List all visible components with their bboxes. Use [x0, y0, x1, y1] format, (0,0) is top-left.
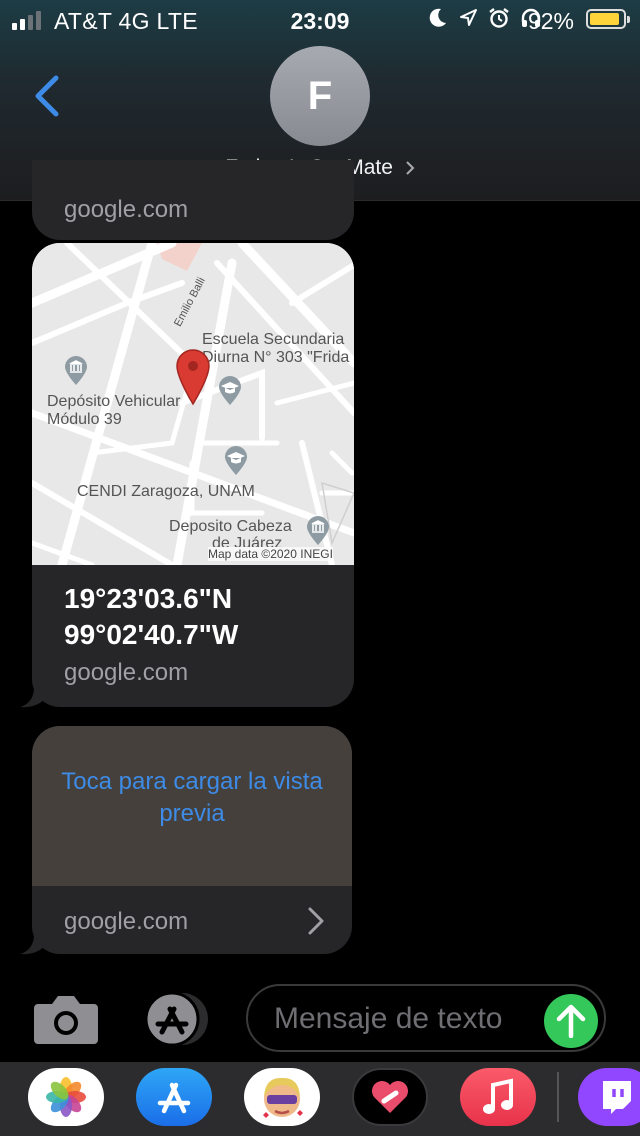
message-input[interactable] [272, 998, 536, 1040]
map-attribution: Map data ©2020 INEGI [208, 547, 333, 561]
status-icons [428, 7, 542, 29]
alarm-icon [489, 8, 509, 28]
location-pin-icon [176, 349, 210, 406]
chevron-right-icon [308, 907, 324, 935]
coordinate-latitude: 19°23'03.6"N [64, 583, 233, 614]
map-label-deposito-line2: Módulo 39 [47, 411, 122, 428]
send-button[interactable] [544, 994, 598, 1048]
chevron-right-icon [406, 161, 415, 176]
map-label-cabeza-line1: Deposito Cabeza [169, 518, 292, 535]
bubble-tail [20, 688, 44, 708]
poi-museum-icon [307, 516, 329, 545]
digital-touch-app-button[interactable] [352, 1068, 428, 1126]
imessage-app-drawer [0, 1062, 640, 1136]
twitch-icon [603, 1081, 631, 1114]
link-preview-bubble[interactable]: Toca para cargar la vista previa google.… [32, 726, 352, 954]
digital-touch-icon [372, 1081, 408, 1113]
app-store-icon [157, 1082, 191, 1114]
app-store-apps-icon[interactable] [140, 992, 212, 1046]
location-arrow-icon [460, 9, 477, 26]
coordinates: 19°23'03.6"N 99°02'40.7"W [64, 581, 238, 653]
poi-school-icon [219, 376, 241, 405]
drawer-divider [557, 1072, 559, 1122]
link-domain: google.com [64, 659, 189, 686]
arrow-up-icon [556, 1004, 586, 1038]
map-preview[interactable]: Emilio Balli Escuela Secundaria Diurna N… [32, 243, 354, 570]
link-domain: google.com [64, 908, 189, 935]
camera-icon[interactable] [34, 994, 98, 1044]
map-message-bubble[interactable]: Emilio Balli Escuela Secundaria Diurna N… [32, 243, 354, 707]
coordinate-longitude: 99°02'40.7"W [64, 619, 239, 650]
bubble-tail [20, 935, 44, 955]
poi-museum-icon [65, 356, 87, 385]
contact-avatar[interactable]: F [270, 46, 370, 146]
tap-to-load-preview[interactable]: Toca para cargar la vista previa [32, 726, 352, 886]
music-app-button[interactable] [460, 1068, 536, 1126]
message-input-field[interactable] [246, 984, 606, 1052]
app-store-app-button[interactable] [136, 1068, 212, 1126]
photos-app-button[interactable] [28, 1068, 104, 1126]
photos-icon [46, 1077, 86, 1117]
map-label-cendi: CENDI Zaragoza, UNAM [77, 483, 255, 500]
twitch-app-button[interactable] [578, 1068, 640, 1126]
link-message-bubble[interactable]: google.com [32, 160, 354, 240]
moon-icon [429, 8, 446, 27]
map-label-deposito-line1: Depósito Vehicular [47, 393, 181, 410]
music-icon [483, 1078, 513, 1114]
load-preview-link[interactable]: Toca para cargar la vista previa [32, 766, 352, 830]
map-label-school-line2: Diurna N° 303 "Frida [202, 349, 350, 366]
battery-percent: 92% [527, 8, 574, 34]
back-chevron-icon[interactable] [30, 74, 62, 118]
status-bar: AT&T 4G LTE 23:09 92% [0, 0, 640, 40]
memoji-app-button[interactable] [244, 1068, 320, 1126]
memoji-icon [263, 1077, 303, 1118]
poi-school-icon [225, 446, 247, 475]
map-label-school-line1: Escuela Secundaria [202, 331, 345, 348]
link-domain: google.com [64, 196, 189, 223]
battery-icon [586, 9, 630, 29]
avatar-initial: F [307, 73, 333, 118]
map-label-cabeza-line2: de Juárez [212, 535, 283, 547]
